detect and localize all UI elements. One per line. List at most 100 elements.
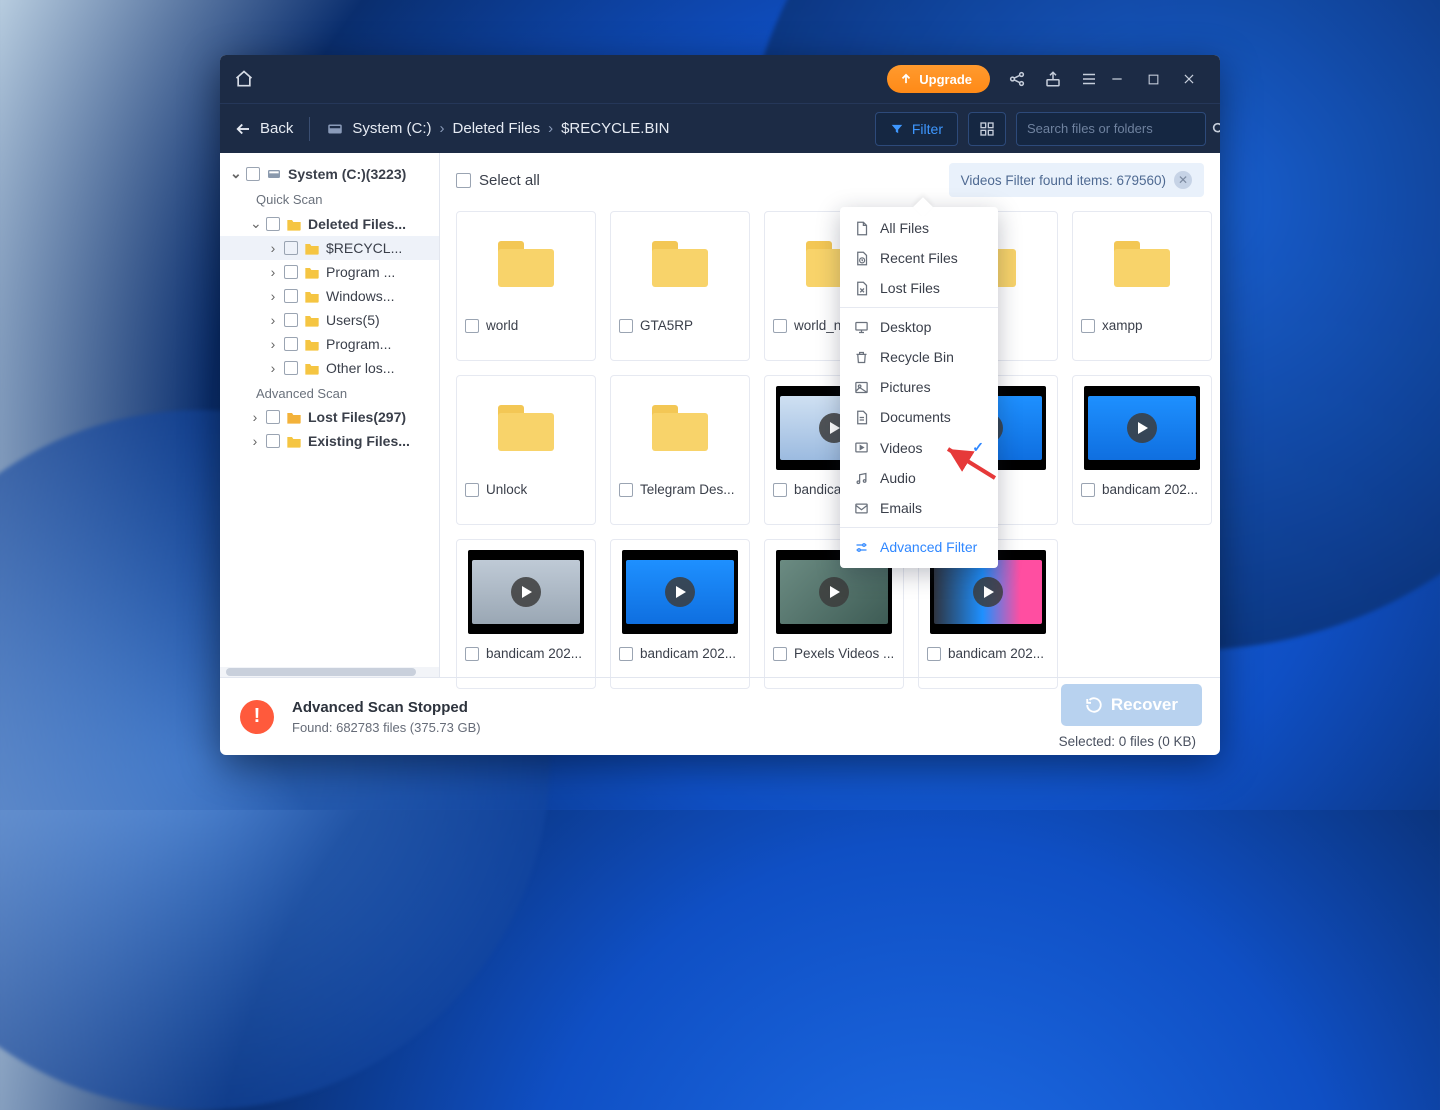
- tile-checkbox[interactable]: [619, 647, 633, 661]
- filter-option[interactable]: Pictures: [840, 372, 998, 402]
- tile-checkbox[interactable]: [927, 647, 941, 661]
- tree-lost-files[interactable]: › Lost Files(297): [220, 405, 439, 429]
- folder-tile[interactable]: world: [456, 211, 596, 361]
- upgrade-button[interactable]: Upgrade: [887, 65, 990, 93]
- video-tile[interactable]: bandicam 202...: [456, 539, 596, 689]
- filter-option[interactable]: Desktop: [840, 312, 998, 342]
- tile-checkbox[interactable]: [773, 319, 787, 333]
- filter-option[interactable]: Audio: [840, 463, 998, 493]
- tile-checkbox[interactable]: [1081, 483, 1095, 497]
- tile-checkbox[interactable]: [619, 319, 633, 333]
- export-icon[interactable]: [1044, 70, 1062, 88]
- tree-windows[interactable]: › Windows...: [220, 284, 439, 308]
- filter-option[interactable]: Advanced Filter: [840, 532, 998, 562]
- tile-checkbox[interactable]: [773, 483, 787, 497]
- filter-option-label: Advanced Filter: [880, 539, 977, 555]
- bin-icon: [854, 350, 870, 365]
- view-toggle-button[interactable]: [968, 112, 1006, 146]
- app-window: Upgrade Back System (: [220, 55, 1220, 755]
- play-icon: [665, 577, 695, 607]
- folder-tile[interactable]: GTA5RP: [610, 211, 750, 361]
- sidebar-scrollbar[interactable]: [220, 667, 439, 677]
- folder-tile[interactable]: Telegram Des...: [610, 375, 750, 525]
- file-icon: [854, 221, 870, 236]
- filter-option-label: Desktop: [880, 319, 931, 335]
- tile-checkbox[interactable]: [1081, 319, 1095, 333]
- clock-file-icon: [854, 251, 870, 266]
- tree-users[interactable]: › Users(5): [220, 308, 439, 332]
- search-input[interactable]: [1027, 121, 1203, 136]
- doc-icon: [854, 410, 870, 425]
- breadcrumb-deleted[interactable]: Deleted Files: [453, 120, 541, 137]
- play-icon: [511, 577, 541, 607]
- play-icon: [819, 577, 849, 607]
- video-tile[interactable]: bandicam 202...: [1072, 375, 1212, 525]
- minimize-button[interactable]: [1100, 62, 1134, 96]
- tree-deleted-files[interactable]: ⌄ Deleted Files...: [220, 211, 439, 236]
- play-icon: [1127, 413, 1157, 443]
- folder-tile[interactable]: xampp: [1072, 211, 1212, 361]
- tree-recycle[interactable]: › $RECYCL...: [220, 236, 439, 260]
- filter-info-banner: Videos Filter found items: 679560) ✕: [949, 163, 1204, 197]
- filter-option[interactable]: Videos✓: [840, 432, 998, 463]
- breadcrumb-recycle[interactable]: $RECYCLE.BIN: [561, 120, 669, 137]
- scan-info: Advanced Scan Stopped Found: 682783 file…: [292, 699, 481, 735]
- back-button[interactable]: Back: [234, 120, 293, 138]
- tree-other[interactable]: › Other los...: [220, 356, 439, 380]
- folder-icon: [498, 405, 554, 451]
- home-icon[interactable]: [234, 69, 254, 89]
- folder-tile[interactable]: Unlock: [456, 375, 596, 525]
- tile-checkbox[interactable]: [465, 483, 479, 497]
- search-icon[interactable]: [1211, 121, 1220, 137]
- tile-checkbox[interactable]: [465, 319, 479, 333]
- filter-dropdown: All Files Recent Files Lost Files Desktop Re…: [840, 207, 998, 568]
- lost-file-icon: [854, 281, 870, 296]
- scan-title: Advanced Scan Stopped: [292, 699, 481, 716]
- close-button[interactable]: [1172, 62, 1206, 96]
- breadcrumb-system[interactable]: System (C:): [352, 120, 431, 137]
- tree-root-system[interactable]: ⌄ System (C:)(3223): [220, 161, 439, 186]
- banner-text: Videos Filter found items: 679560): [961, 173, 1166, 188]
- recover-button[interactable]: Recover: [1061, 684, 1202, 726]
- share-icon[interactable]: [1008, 70, 1026, 88]
- filter-option-label: Recycle Bin: [880, 349, 954, 365]
- filter-option[interactable]: Recent Files: [840, 243, 998, 273]
- tile-checkbox[interactable]: [619, 483, 633, 497]
- filter-option-label: Recent Files: [880, 250, 958, 266]
- desktop-icon: [854, 320, 870, 335]
- banner-close-icon[interactable]: ✕: [1174, 171, 1192, 189]
- tile-checkbox[interactable]: [773, 647, 787, 661]
- video-tile[interactable]: bandicam 202...: [610, 539, 750, 689]
- play-icon: [973, 577, 1003, 607]
- section-quick-scan: Quick Scan: [220, 186, 439, 211]
- menu-icon[interactable]: [1080, 70, 1098, 88]
- maximize-button[interactable]: [1136, 62, 1170, 96]
- select-all-checkbox[interactable]: Select all: [456, 172, 540, 189]
- file-grid: worldGTA5RPworld_n...e_endxamppUnlockTel…: [440, 207, 1220, 699]
- breadcrumb: System (C:) › Deleted Files › $RECYCLE.B…: [326, 120, 669, 138]
- sliders-icon: [854, 540, 870, 555]
- filter-option[interactable]: Emails: [840, 493, 998, 523]
- tile-label: Telegram Des...: [640, 482, 735, 497]
- filter-option-label: Audio: [880, 470, 916, 486]
- filter-option-label: Documents: [880, 409, 951, 425]
- video-thumbnail: [622, 550, 738, 634]
- filter-button[interactable]: Filter: [875, 112, 958, 146]
- tile-checkbox[interactable]: [465, 647, 479, 661]
- filter-option[interactable]: Recycle Bin: [840, 342, 998, 372]
- scan-subtitle: Found: 682783 files (375.73 GB): [292, 720, 481, 735]
- filter-option[interactable]: Lost Files: [840, 273, 998, 303]
- filter-option[interactable]: Documents: [840, 402, 998, 432]
- tree: ⌄ System (C:)(3223) Quick Scan ⌄ Deleted…: [220, 153, 439, 667]
- folder-icon: [652, 405, 708, 451]
- tile-label: bandicam 202...: [640, 646, 736, 661]
- tree-program2[interactable]: › Program...: [220, 332, 439, 356]
- tree-existing-files[interactable]: › Existing Files...: [220, 429, 439, 453]
- filter-option[interactable]: All Files: [840, 213, 998, 243]
- filter-option-label: Pictures: [880, 379, 931, 395]
- search-box[interactable]: [1016, 112, 1206, 146]
- body: ⌄ System (C:)(3223) Quick Scan ⌄ Deleted…: [220, 153, 1220, 677]
- tile-label: bandicam 202...: [1102, 482, 1198, 497]
- tree-program1[interactable]: › Program ...: [220, 260, 439, 284]
- section-advanced-scan: Advanced Scan: [220, 380, 439, 405]
